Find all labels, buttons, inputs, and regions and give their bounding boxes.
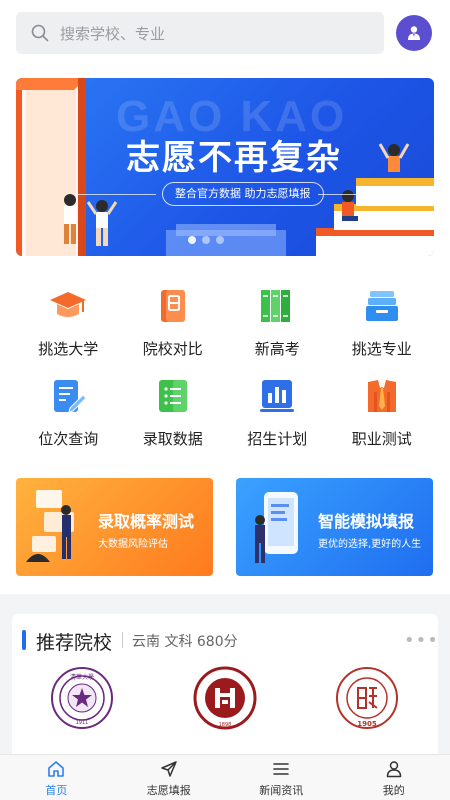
feature-label: 招生计划 bbox=[247, 430, 308, 448]
section-accent-bar bbox=[22, 630, 26, 650]
feature-label: 新高考 bbox=[254, 340, 300, 358]
search-icon bbox=[31, 24, 49, 42]
edit-document-icon bbox=[46, 374, 90, 418]
news-list-icon bbox=[273, 763, 290, 775]
shirt-tie-icon bbox=[360, 374, 404, 418]
promo-banner[interactable]: GAO KAO 志愿不再复杂 整合官方数据 助力志愿填报 bbox=[16, 78, 434, 256]
recommended-schools-panel: 推荐院校 云南 文科 680分 ••• 清華大學 1911 1898 1905 bbox=[12, 614, 438, 754]
feature-label: 院校对比 bbox=[142, 340, 203, 358]
peking-seal-year: 1898 bbox=[219, 722, 232, 728]
feature-choose-university[interactable]: 挑选大学 bbox=[16, 284, 121, 360]
feature-label: 位次查询 bbox=[38, 430, 99, 448]
nav-home[interactable]: 首页 bbox=[0, 755, 113, 800]
feature-label: 挑选专业 bbox=[351, 340, 412, 358]
tsinghua-seal-text: 清華大學 bbox=[70, 673, 94, 681]
feature-compare-schools[interactable]: 院校对比 bbox=[121, 284, 226, 360]
paper-plane-icon bbox=[161, 761, 177, 777]
carousel-dot[interactable] bbox=[188, 236, 196, 244]
smart-simulation-card[interactable]: 智能模拟填报 更优的选择,更好的人生 bbox=[236, 478, 433, 576]
graduation-cap-icon bbox=[46, 284, 90, 328]
tsinghua-logo[interactable]: 清華大學 1911 bbox=[50, 666, 114, 730]
score-filter-label[interactable]: 云南 文科 680分 bbox=[132, 631, 238, 651]
fudan-logo[interactable]: 1905 bbox=[335, 666, 399, 730]
nav-application[interactable]: 志愿填报 bbox=[113, 755, 226, 800]
fudan-seal-year: 1905 bbox=[357, 720, 377, 728]
feature-label: 录取数据 bbox=[142, 430, 203, 448]
nav-label: 首页 bbox=[45, 784, 68, 797]
bottom-navigation: 首页 志愿填报 新闻资讯 我的 bbox=[0, 754, 450, 800]
feature-label: 挑选大学 bbox=[38, 340, 99, 358]
banner-divider-left bbox=[76, 194, 156, 195]
nav-label: 我的 bbox=[382, 784, 405, 797]
nav-label: 志愿填报 bbox=[146, 784, 191, 797]
compare-document-icon bbox=[151, 284, 195, 328]
carousel-dot[interactable] bbox=[216, 236, 224, 244]
search-placeholder: 搜索学校、专业 bbox=[60, 24, 166, 43]
feature-rank-query[interactable]: 位次查询 bbox=[16, 374, 121, 450]
nav-profile[interactable]: 我的 bbox=[338, 755, 450, 800]
feature-grid: 挑选大学 院校对比 新高考 挑选专业 位次查询 录取数据 招生计划 职业测试 bbox=[16, 284, 434, 450]
admission-probability-card[interactable]: 录取概率测试 大数据风险评估 bbox=[16, 478, 213, 576]
card-title: 智能模拟填报 bbox=[318, 512, 415, 531]
peking-logo[interactable]: 1898 bbox=[193, 666, 257, 730]
list-document-icon bbox=[151, 374, 195, 418]
books-icon bbox=[255, 284, 299, 328]
phone-illustration bbox=[255, 492, 298, 563]
probability-illustration bbox=[26, 490, 74, 562]
carousel-indicator[interactable] bbox=[188, 236, 224, 244]
feature-admission-data[interactable]: 录取数据 bbox=[121, 374, 226, 450]
more-options-icon[interactable]: ••• bbox=[404, 630, 439, 651]
banner-divider-right bbox=[318, 194, 408, 195]
carousel-dot[interactable] bbox=[202, 236, 210, 244]
nav-label: 新闻资讯 bbox=[259, 784, 304, 797]
archive-box-icon bbox=[360, 284, 404, 328]
search-input[interactable]: 搜索学校、专业 bbox=[16, 12, 384, 54]
nav-news[interactable]: 新闻资讯 bbox=[225, 755, 338, 800]
feature-new-gaokao[interactable]: 新高考 bbox=[225, 284, 330, 360]
feature-enrollment-plan[interactable]: 招生计划 bbox=[225, 374, 330, 450]
home-icon bbox=[48, 761, 65, 777]
bar-chart-icon bbox=[255, 374, 299, 418]
tsinghua-seal-year: 1911 bbox=[76, 720, 89, 726]
feature-career-test[interactable]: 职业测试 bbox=[330, 374, 435, 450]
card-title: 录取概率测试 bbox=[98, 512, 195, 531]
user-icon bbox=[386, 761, 401, 778]
banner-title: 志愿不再复杂 bbox=[126, 139, 342, 177]
feature-label: 职业测试 bbox=[351, 430, 412, 448]
banner-subtitle: 整合官方数据 助力志愿填报 bbox=[162, 182, 324, 206]
title-divider bbox=[122, 632, 123, 648]
card-subtitle: 更优的选择,更好的人生 bbox=[318, 539, 422, 550]
feature-choose-major[interactable]: 挑选专业 bbox=[330, 284, 435, 360]
section-title: 推荐院校 bbox=[36, 632, 113, 654]
avatar[interactable] bbox=[396, 15, 432, 51]
user-icon bbox=[408, 26, 420, 40]
card-subtitle: 大数据风险评估 bbox=[98, 539, 168, 550]
